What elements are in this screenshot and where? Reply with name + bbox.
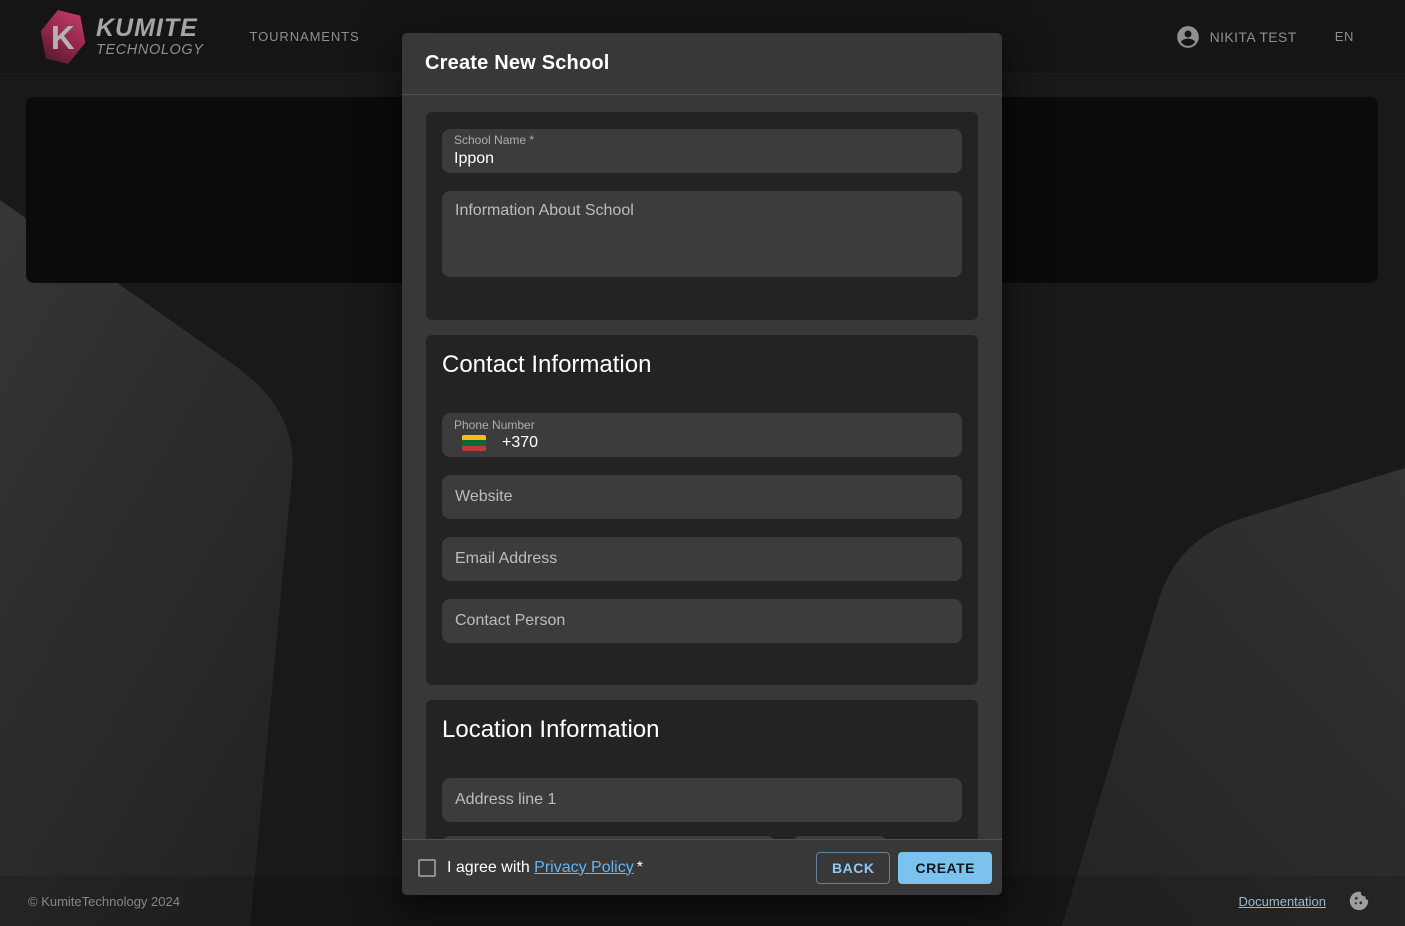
agree-row: I agree with Privacy Policy*: [412, 859, 643, 877]
brand-logo[interactable]: K KUMITE TECHNOLOGY: [40, 12, 204, 62]
phone-row: +370: [454, 434, 950, 452]
website-input[interactable]: [442, 475, 962, 519]
dialog-body: School Name * Contact Information Phone …: [402, 95, 1002, 839]
phone-country-code: +370: [502, 434, 538, 452]
brand-name: KUMITE: [96, 15, 204, 41]
copyright-text: © KumiteTechnology 2024: [28, 894, 180, 909]
privacy-policy-link[interactable]: Privacy Policy: [534, 859, 634, 876]
school-name-field[interactable]: School Name *: [442, 129, 962, 173]
kumite-hexagon-logo-icon: K: [35, 7, 92, 67]
brand-subtitle: TECHNOLOGY: [96, 42, 204, 58]
dialog-buttons: BACK CREATE: [816, 852, 992, 884]
school-name-input[interactable]: [454, 149, 950, 169]
contact-information-heading: Contact Information: [442, 351, 962, 379]
back-button[interactable]: BACK: [816, 852, 890, 884]
agree-label: I agree with Privacy Policy*: [447, 859, 643, 877]
contact-person-input[interactable]: [442, 599, 962, 643]
location-information-section: Location Information: [426, 700, 978, 839]
lithuania-flag-icon[interactable]: [462, 435, 486, 451]
location-information-heading: Location Information: [442, 716, 962, 744]
contact-information-section: Contact Information Phone Number +370: [426, 335, 978, 685]
footer-right: Documentation: [1239, 890, 1370, 912]
create-button[interactable]: CREATE: [898, 852, 992, 884]
address-line-1-input[interactable]: [442, 778, 962, 822]
app-root: K KUMITE TECHNOLOGY TOURNAMENTS NIKITA T…: [0, 0, 1405, 926]
account-circle-icon: [1175, 24, 1201, 50]
dialog-header: Create New School: [402, 33, 1002, 95]
dialog-actions: I agree with Privacy Policy* BACK CREATE: [402, 839, 1002, 895]
nav-item-tournaments[interactable]: TOURNAMENTS: [250, 29, 360, 44]
required-asterisk: *: [637, 859, 643, 876]
logo-letter: K: [51, 20, 75, 53]
dialog-title: Create New School: [425, 52, 610, 75]
phone-number-label: Phone Number: [454, 418, 950, 432]
language-selector[interactable]: EN: [1335, 29, 1354, 44]
agree-prefix: I agree with: [447, 859, 534, 876]
create-new-school-dialog: Create New School School Name * Contact …: [402, 33, 1002, 895]
user-name: NIKITA TEST: [1210, 29, 1297, 45]
nav-right: NIKITA TEST EN: [1175, 24, 1354, 50]
user-menu-button[interactable]: NIKITA TEST: [1175, 24, 1297, 50]
school-info-section: School Name *: [426, 112, 978, 320]
email-address-input[interactable]: [442, 537, 962, 581]
cookie-icon[interactable]: [1348, 890, 1370, 912]
school-name-label: School Name *: [454, 133, 950, 147]
phone-number-field[interactable]: Phone Number +370: [442, 413, 962, 457]
brand-text: KUMITE TECHNOLOGY: [96, 15, 204, 57]
school-info-textarea[interactable]: [442, 191, 962, 277]
documentation-link[interactable]: Documentation: [1239, 894, 1326, 909]
privacy-policy-checkbox[interactable]: [418, 859, 436, 877]
